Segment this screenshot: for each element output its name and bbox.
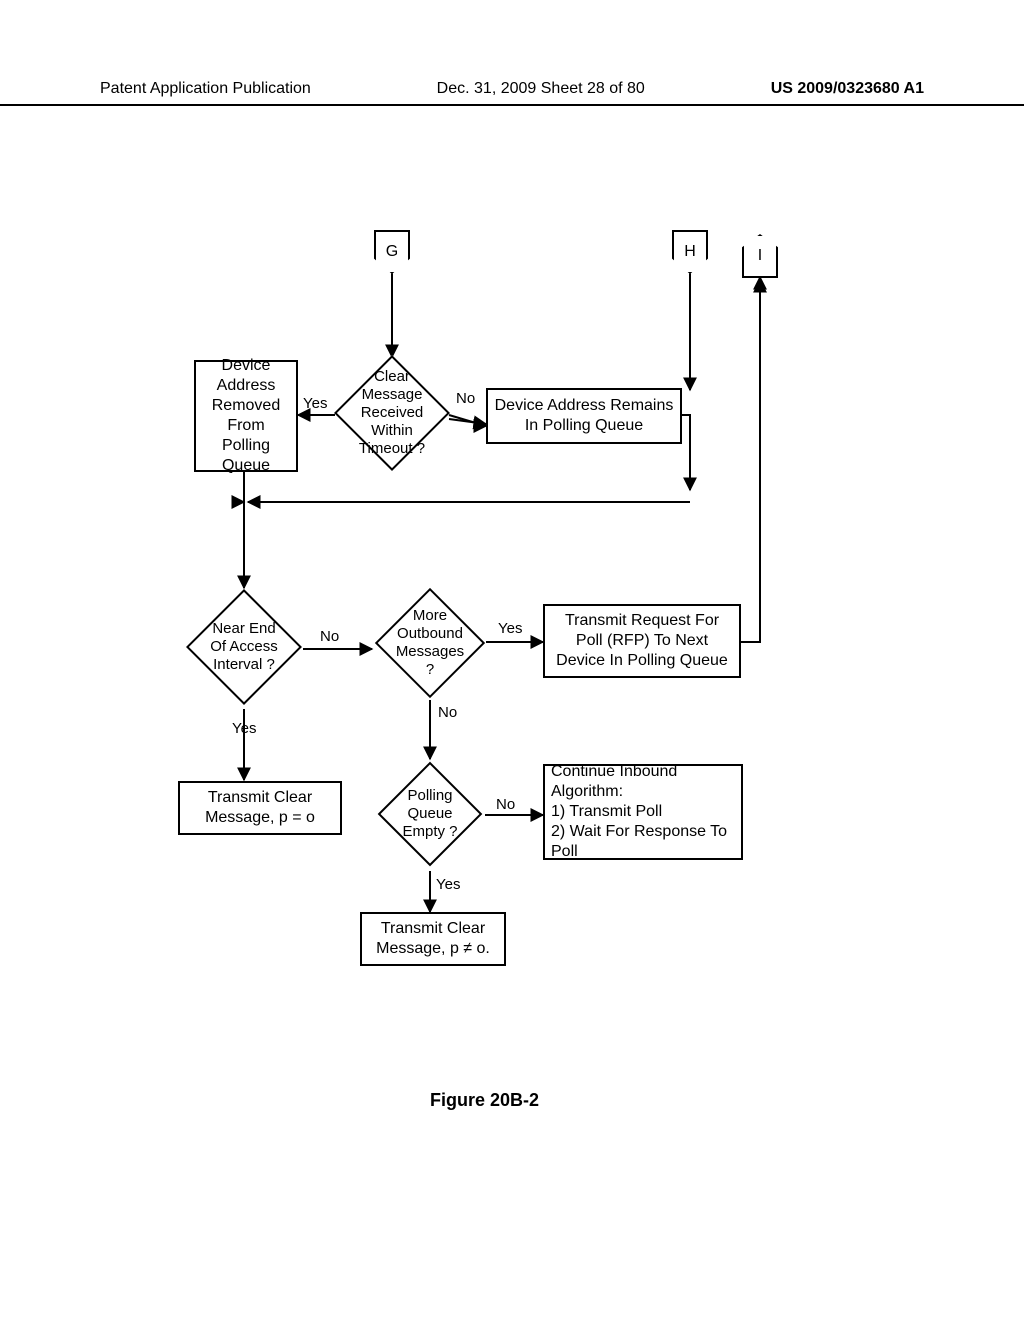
process-addr-removed-text: Device Address Removed From Polling Queu…	[202, 356, 290, 476]
decision-more-outbound-text: More Outbound Messages ?	[393, 607, 467, 679]
connector-g-label: G	[386, 243, 398, 261]
decision-polling-empty-text: Polling Queue Empty ?	[395, 787, 465, 841]
flow-arrows	[0, 0, 1024, 1320]
process-tx-rfp-text: Transmit Request For Poll (RFP) To Next …	[551, 611, 733, 671]
label-yes-1: Yes	[303, 395, 327, 412]
label-yes-3: Yes	[498, 620, 522, 637]
label-yes-4: Yes	[436, 876, 460, 893]
decision-clear-msg-text: Clear Message Received Within Timeout ?	[353, 368, 431, 458]
process-continue-inbound: Continue Inbound Algorithm: 1) Transmit …	[543, 764, 743, 860]
process-tx-clear-p0-text: Transmit Clear Message, p = o	[186, 788, 334, 828]
label-no-1: No	[456, 390, 475, 407]
connector-i-label: I	[758, 247, 762, 265]
process-tx-clear-p0: Transmit Clear Message, p = o	[178, 781, 342, 835]
process-tx-clear-pnz: Transmit Clear Message, p ≠ o.	[360, 912, 506, 966]
label-no-3: No	[438, 704, 457, 721]
flowchart: G H I Device Address Removed From Pollin…	[0, 0, 1024, 1320]
figure-caption: Figure 20B-2	[430, 1090, 539, 1111]
label-yes-2: Yes	[232, 720, 256, 737]
decision-near-end-text: Near End Of Access Interval ?	[205, 620, 283, 674]
connector-h-label: H	[684, 243, 696, 261]
process-tx-clear-pnz-text: Transmit Clear Message, p ≠ o.	[368, 919, 498, 959]
process-addr-remains-text: Device Address Remains In Polling Queue	[494, 396, 674, 436]
process-addr-remains: Device Address Remains In Polling Queue	[486, 388, 682, 444]
label-no-2: No	[320, 628, 339, 645]
process-tx-rfp: Transmit Request For Poll (RFP) To Next …	[543, 604, 741, 678]
process-addr-removed: Device Address Removed From Polling Queu…	[194, 360, 298, 472]
process-continue-inbound-text: Continue Inbound Algorithm: 1) Transmit …	[551, 762, 735, 862]
label-no-4: No	[496, 796, 515, 813]
